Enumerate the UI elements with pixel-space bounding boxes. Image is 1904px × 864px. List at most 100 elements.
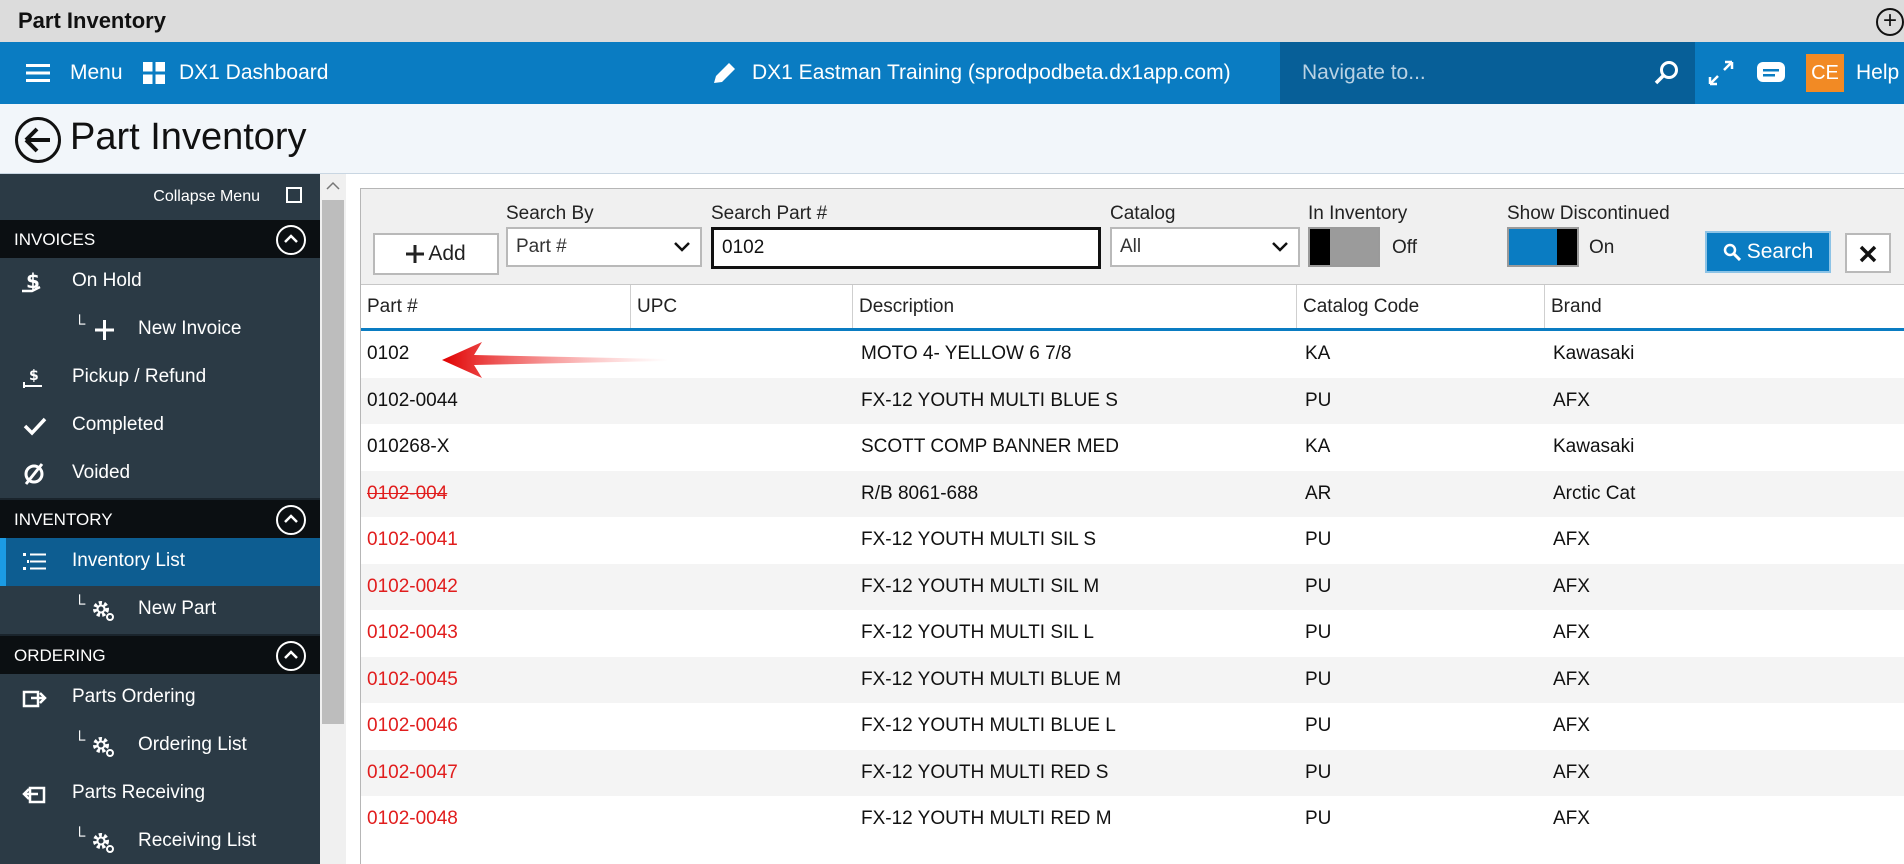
search-button[interactable]: Search <box>1705 231 1831 273</box>
search-toolbar: Add Search By Part # Search Part # Catal… <box>361 189 1904 285</box>
section-invoices-label: INVOICES <box>14 230 96 249</box>
sidebar-item-ordering-list[interactable]: └ Ordering List <box>0 722 320 770</box>
table-row[interactable]: 0102-004 R/B 8061-688 AR Arctic Cat <box>361 470 1904 517</box>
cell-catalog: KA <box>1305 436 1331 458</box>
plus-icon <box>406 245 425 263</box>
cell-catalog: PU <box>1305 715 1332 737</box>
section-invoices[interactable]: INVOICES <box>0 220 320 258</box>
clear-button[interactable] <box>1845 233 1891 273</box>
dashboard-button[interactable]: DX1 Dashboard <box>143 42 328 104</box>
cell-catalog: KA <box>1305 343 1331 365</box>
add-button[interactable]: Add <box>373 233 499 275</box>
cell-description: FX-12 YOUTH MULTI RED M <box>861 808 1112 830</box>
scrollbar-thumb[interactable] <box>322 200 344 724</box>
search-part-input[interactable] <box>711 227 1101 269</box>
cell-part: 0102-004 <box>367 482 448 504</box>
cell-catalog: PU <box>1305 622 1332 644</box>
elbow-connector: └ <box>74 828 86 845</box>
cell-brand: AFX <box>1553 761 1590 783</box>
annotation-arrow-icon <box>442 342 668 378</box>
table-row[interactable]: 0102-0046 FX-12 YOUTH MULTI BLUE L PU AFX <box>361 703 1904 750</box>
table-row[interactable]: 0102-0047 FX-12 YOUTH MULTI RED S PU AFX <box>361 749 1904 796</box>
cell-brand: AFX <box>1553 575 1590 597</box>
sidebar-item-label: Voided <box>72 462 131 483</box>
cell-brand: AFX <box>1553 622 1590 644</box>
collapse-menu-button[interactable]: Collapse Menu <box>0 174 320 220</box>
sidebar-item-completed[interactable]: Completed <box>0 402 320 450</box>
chevron-up-icon[interactable] <box>276 225 306 255</box>
cell-brand: AFX <box>1553 529 1590 551</box>
dollar-hand-icon: $ <box>22 270 41 293</box>
cell-part: 0102-0042 <box>367 575 458 597</box>
chevron-up-icon[interactable] <box>276 505 306 535</box>
sidebar-item-receiving-list[interactable]: └ Receiving List <box>0 818 320 864</box>
search-by-select[interactable]: Part # <box>506 227 702 267</box>
window-title: Part Inventory <box>18 8 166 33</box>
sidebar-item-on-hold[interactable]: $ On Hold <box>0 258 320 306</box>
list-icon <box>23 553 46 570</box>
column-header-description[interactable]: Description <box>853 285 1297 328</box>
catalog-select[interactable]: All <box>1110 227 1300 267</box>
table-row[interactable]: 0102-0048 FX-12 YOUTH MULTI RED M PU AFX <box>361 796 1904 843</box>
chat-icon[interactable] <box>1756 60 1786 86</box>
search-icon[interactable] <box>1654 60 1680 86</box>
cell-brand: AFX <box>1553 668 1590 690</box>
sidebar-item-new-part[interactable]: └ New Part <box>0 586 320 634</box>
cell-part: 010268-X <box>367 436 450 458</box>
sidebar-item-label: Receiving List <box>138 830 257 851</box>
top-navbar: Menu DX1 Dashboard DX1 Eastman Training … <box>0 42 1904 104</box>
cell-description: FX-12 YOUTH MULTI BLUE L <box>861 715 1116 737</box>
sidebar-item-voided[interactable]: Voided <box>0 450 320 498</box>
parts-ordering-icon <box>22 690 47 708</box>
cell-part: 0102-0045 <box>367 668 458 690</box>
gear-icon <box>93 601 114 621</box>
cell-part: 0102-0041 <box>367 529 458 551</box>
environment-button[interactable]: DX1 Eastman Training (sprodpodbeta.dx1ap… <box>712 42 1231 104</box>
scroll-up-arrow-icon[interactable] <box>325 178 341 194</box>
help-link[interactable]: Help <box>1856 42 1899 104</box>
plus-circle-icon[interactable]: + <box>1876 8 1904 36</box>
cell-description: FX-12 YOUTH MULTI SIL S <box>861 529 1097 551</box>
cell-description: FX-12 YOUTH MULTI BLUE M <box>861 668 1122 690</box>
table-row[interactable]: 0102-0045 FX-12 YOUTH MULTI BLUE M PU AFX <box>361 656 1904 703</box>
sidebar-item-label: Parts Ordering <box>72 686 196 707</box>
column-header-upc[interactable]: UPC <box>631 285 853 328</box>
cell-description: FX-12 YOUTH MULTI RED S <box>861 761 1109 783</box>
in-inventory-toggle[interactable] <box>1308 227 1380 267</box>
show-discontinued-state: On <box>1589 237 1615 258</box>
navigate-input[interactable] <box>1302 56 1622 90</box>
table-row[interactable]: 010268-X SCOTT COMP BANNER MED KA Kawasaki <box>361 424 1904 471</box>
user-avatar[interactable]: CE <box>1806 54 1844 92</box>
sidebar-item-pickup-refund[interactable]: $ Pickup / Refund <box>0 354 320 402</box>
section-ordering[interactable]: ORDERING <box>0 636 320 674</box>
chevron-up-icon[interactable] <box>276 641 306 671</box>
in-inventory-state: Off <box>1392 237 1417 258</box>
menu-button[interactable]: Menu <box>26 42 123 104</box>
section-inventory[interactable]: INVENTORY <box>0 500 320 538</box>
table-row[interactable]: 0102-0041 FX-12 YOUTH MULTI SIL S PU AFX <box>361 517 1904 564</box>
cell-part: 0102-0043 <box>367 622 458 644</box>
cell-catalog: PU <box>1305 529 1332 551</box>
column-header-brand[interactable]: Brand <box>1545 285 1904 328</box>
column-header-part[interactable]: Part # <box>361 285 631 328</box>
search-by-label: Search By <box>506 203 594 224</box>
cell-catalog: PU <box>1305 761 1332 783</box>
fullscreen-icon[interactable] <box>1707 59 1735 87</box>
back-arrow-icon[interactable] <box>14 116 62 164</box>
sidebar-item-parts-ordering[interactable]: Parts Ordering <box>0 674 320 722</box>
sidebar-scrollbar[interactable] <box>320 174 346 864</box>
show-discontinued-toggle[interactable] <box>1507 227 1579 267</box>
elbow-connector: └ <box>74 732 86 749</box>
void-icon <box>24 463 44 485</box>
sidebar-item-parts-receiving[interactable]: Parts Receiving <box>0 770 320 818</box>
column-header-catalog-code[interactable]: Catalog Code <box>1297 285 1545 328</box>
sidebar-item-label: Pickup / Refund <box>72 366 207 387</box>
table-row[interactable]: 0102-0044 FX-12 YOUTH MULTI BLUE S PU AFX <box>361 377 1904 424</box>
sidebar-item-new-invoice[interactable]: └ New Invoice <box>0 306 320 354</box>
catalog-label: Catalog <box>1110 203 1176 224</box>
table-row[interactable]: 0102-0043 FX-12 YOUTH MULTI SIL L PU AFX <box>361 610 1904 657</box>
sidebar: Collapse Menu INVOICES $ On Hold └ New I… <box>0 174 320 864</box>
toggle-knob <box>1557 229 1577 265</box>
table-row[interactable]: 0102-0042 FX-12 YOUTH MULTI SIL M PU AFX <box>361 563 1904 610</box>
sidebar-item-inventory-list[interactable]: Inventory List <box>0 538 320 586</box>
